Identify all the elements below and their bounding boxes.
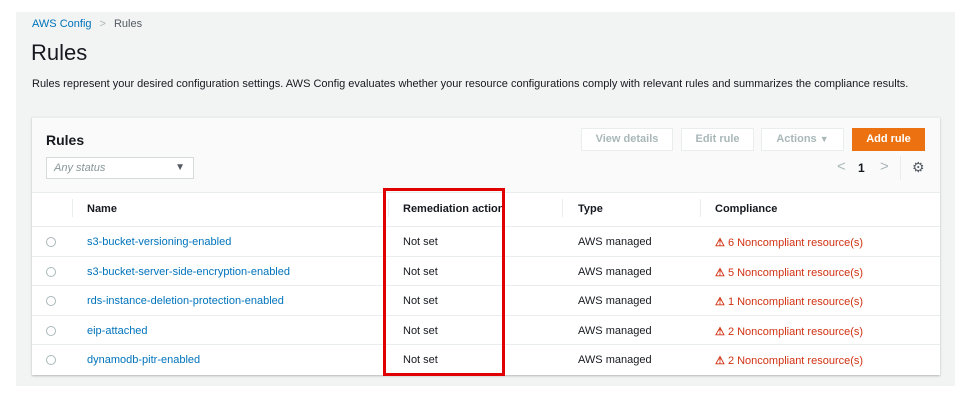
compliance-status[interactable]: ⚠ 5 Noncompliant resource(s): [715, 266, 863, 279]
status-filter-placeholder: Any status: [54, 162, 106, 174]
caret-down-icon: ▼: [819, 134, 829, 144]
warning-icon: ⚠: [715, 326, 725, 338]
warning-icon: ⚠: [715, 296, 725, 308]
row-radio[interactable]: [46, 267, 56, 277]
page-description: Rules represent your desired configurati…: [32, 78, 909, 90]
type-value: AWS managed: [578, 354, 652, 366]
actions-label: Actions: [776, 133, 817, 145]
compliance-text: 2 Noncompliant resource(s): [727, 355, 864, 367]
column-header-name[interactable]: Name: [87, 203, 117, 215]
column-separator: [72, 199, 73, 217]
status-filter-select[interactable]: Any status ▼: [46, 157, 194, 179]
compliance-status[interactable]: ⚠ 2 Noncompliant resource(s): [715, 354, 863, 367]
chevron-right-icon: >: [99, 18, 106, 30]
warning-icon: ⚠: [715, 237, 725, 249]
column-separator: [562, 199, 563, 217]
page-title: Rules: [31, 40, 88, 65]
type-value: AWS managed: [578, 325, 652, 337]
row-radio[interactable]: [46, 326, 56, 336]
rule-name-link[interactable]: rds-instance-deletion-protection-enabled: [87, 295, 284, 307]
card-title: Rules: [46, 132, 85, 148]
view-details-button[interactable]: View details: [581, 128, 673, 151]
type-value: AWS managed: [578, 295, 652, 307]
previous-page-icon[interactable]: <: [837, 158, 846, 175]
compliance-status[interactable]: ⚠ 2 Noncompliant resource(s): [715, 325, 863, 338]
row-radio[interactable]: [46, 296, 56, 306]
warning-icon: ⚠: [715, 355, 725, 367]
rule-name-link[interactable]: eip-attached: [87, 325, 148, 337]
breadcrumb-current: Rules: [113, 18, 143, 30]
breadcrumb: AWS Config > Rules: [32, 18, 142, 30]
compliance-text: 6 Noncompliant resource(s): [727, 237, 864, 249]
next-page-icon[interactable]: >: [880, 158, 889, 175]
divider: [900, 156, 901, 180]
row-radio[interactable]: [46, 237, 56, 247]
type-value: AWS managed: [578, 236, 652, 248]
compliance-text: 5 Noncompliant resource(s): [727, 267, 864, 279]
rule-name-link[interactable]: s3-bucket-server-side-encryption-enabled: [87, 266, 290, 278]
column-header-type[interactable]: Type: [578, 203, 603, 215]
type-value: AWS managed: [578, 266, 652, 278]
rule-name-link[interactable]: s3-bucket-versioning-enabled: [87, 236, 231, 248]
compliance-status[interactable]: ⚠ 6 Noncompliant resource(s): [715, 236, 863, 249]
add-rule-button[interactable]: Add rule: [852, 128, 925, 151]
current-page[interactable]: 1: [858, 161, 865, 175]
edit-rule-button[interactable]: Edit rule: [681, 128, 754, 151]
caret-down-icon: ▼: [175, 162, 185, 173]
warning-icon: ⚠: [715, 267, 725, 279]
settings-gear-icon[interactable]: ⚙: [912, 159, 925, 176]
compliance-text: 2 Noncompliant resource(s): [727, 326, 864, 338]
card-header: Rules Any status ▼ View details Edit rule…: [32, 118, 940, 193]
compliance-text: 1 Noncompliant resource(s): [727, 296, 864, 308]
column-header-compliance[interactable]: Compliance: [715, 203, 777, 215]
rule-name-link[interactable]: dynamodb-pitr-enabled: [87, 354, 200, 366]
compliance-status[interactable]: ⚠ 1 Noncompliant resource(s): [715, 295, 863, 308]
breadcrumb-aws-config[interactable]: AWS Config: [32, 18, 92, 30]
actions-button[interactable]: Actions ▼: [761, 128, 844, 151]
remediation-column-highlight: [383, 188, 505, 376]
column-separator: [700, 199, 701, 217]
row-radio[interactable]: [46, 355, 56, 365]
